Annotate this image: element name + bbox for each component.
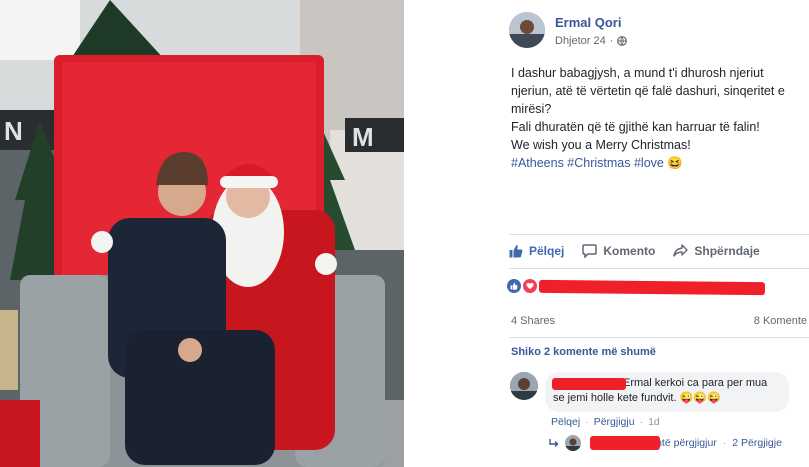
divider — [509, 268, 809, 269]
thumbs-up-icon — [509, 245, 523, 258]
post-text-line: We wish you a Merry Christmas! — [511, 138, 691, 152]
reply-count: 2 Përgjigje — [732, 437, 782, 449]
christmas-photo-illustration: N M — [0, 0, 404, 467]
dot-separator: · — [722, 437, 727, 449]
comment-time: 1d — [648, 416, 660, 428]
svg-text:N: N — [4, 116, 23, 146]
like-label: Pëlqej — [529, 244, 565, 258]
share-arrow-icon — [673, 244, 689, 257]
dot-separator: · — [639, 416, 644, 428]
redacted-commenter-name — [552, 378, 626, 390]
post-text: I dashur babagjysh, a mund t'i dhurosh n… — [511, 64, 803, 172]
author-name[interactable]: Ermal Qori — [555, 15, 621, 30]
post-text-line: Fali dhuratën që të gjithë kan harruar t… — [511, 120, 760, 134]
post-date[interactable]: Dhjetor 24 — [555, 35, 606, 47]
comment-bubble-icon — [582, 244, 598, 258]
redacted-replier-name — [590, 436, 660, 450]
show-more-comments-link[interactable]: Shiko 2 komente më shumë — [511, 346, 656, 358]
comment-text-line: se jemi holle kete fundvit. 😜😜😜 — [553, 392, 721, 404]
dot-separator: · — [609, 35, 614, 47]
like-reaction-icon — [507, 279, 521, 293]
comment-label: Komento — [603, 244, 656, 258]
commenter-avatar[interactable] — [510, 372, 538, 400]
comments-count[interactable]: 8 Komente — [754, 315, 807, 327]
redacted-reactors — [538, 279, 766, 296]
post-text-line: I dashur babagjysh, a mund t'i dhurosh n… — [511, 66, 764, 80]
avatar-image — [509, 12, 545, 48]
comment-like-link[interactable]: Pëlqej — [551, 416, 580, 428]
love-reaction-icon — [523, 279, 537, 293]
post-hashtags[interactable]: #Atheens #Christmas #love 😆 — [511, 154, 803, 172]
dot-separator: · — [585, 416, 589, 428]
share-button[interactable]: Shpërndaje — [673, 244, 760, 258]
avatar-image — [510, 372, 538, 400]
reactions-summary[interactable] — [507, 279, 537, 293]
reply-arrow-icon — [549, 439, 559, 447]
like-button[interactable]: Pëlqej — [509, 244, 564, 258]
post-actions-bar: Pëlqej Komento Shpërndaje — [509, 240, 809, 262]
comment-actions: Pëlqej · Përgjigju · 1d — [551, 416, 660, 428]
post-text-line: mirësi? — [511, 102, 552, 116]
divider — [509, 337, 809, 338]
comment-reply-link[interactable]: Përgjigju — [594, 416, 635, 428]
comment-button[interactable]: Komento — [582, 244, 655, 258]
share-label: Shpërndaje — [694, 244, 760, 258]
globe-icon[interactable] — [617, 36, 628, 46]
divider — [509, 234, 809, 235]
author-avatar[interactable] — [509, 12, 545, 48]
comment-line-1: Ermal kerkoi ca para per mua — [623, 377, 768, 389]
svg-text:M: M — [352, 122, 374, 152]
post-text-line: njeriun, atë të vërtetin që falë dashuri… — [511, 84, 785, 98]
replier-avatar — [565, 435, 581, 451]
post-stats: 4 Shares 8 Komente — [511, 315, 807, 327]
replies-summary[interactable]: është përgjigjur · 2 Përgjigje — [549, 435, 782, 451]
post-meta: Dhjetor 24 · — [555, 35, 628, 47]
shares-count[interactable]: 4 Shares — [511, 315, 555, 327]
post-photo[interactable]: N M — [0, 0, 404, 467]
